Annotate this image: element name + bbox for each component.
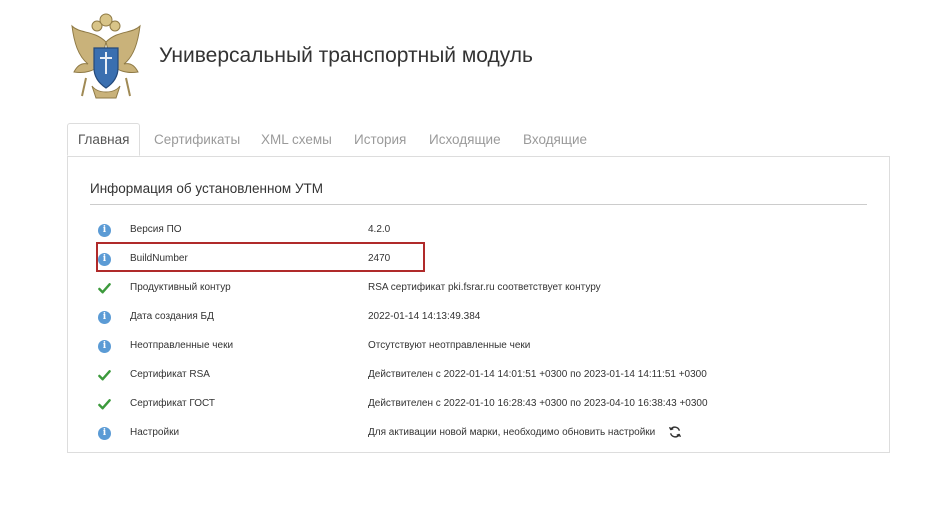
- main-panel: Информация об установленном УТМ i Версия…: [67, 156, 890, 453]
- row-value: Отсутствуют неотправленные чеки: [368, 340, 531, 351]
- row-label: Версия ПО: [130, 224, 182, 235]
- info-row-unsent-receipts: i Неотправленные чеки Отсутствуют неотпр…: [68, 336, 889, 358]
- row-value: Для активации новой марки, необходимо об…: [368, 427, 656, 438]
- check-icon: [98, 370, 111, 381]
- info-row-settings: i Настройки Для активации новой марки, н…: [68, 423, 889, 445]
- tab-outgoing[interactable]: Исходящие: [429, 123, 501, 156]
- main-tabs: Главная Сертификаты XML схемы История Ис…: [67, 123, 890, 157]
- info-icon: i: [98, 311, 111, 324]
- info-icon: i: [98, 253, 111, 266]
- row-label: Настройки: [130, 427, 180, 438]
- section-title: Информация об установленном УТМ: [90, 181, 324, 196]
- row-label: Дата создания БД: [130, 311, 214, 322]
- info-row-rsa-certificate: Сертификат RSA Действителен с 2022-01-14…: [68, 365, 889, 387]
- row-value: 2470: [368, 253, 391, 264]
- emblem-logo: [66, 12, 146, 102]
- tab-history[interactable]: История: [354, 123, 406, 156]
- section-divider: [90, 204, 867, 205]
- tab-xml-schemas[interactable]: XML схемы: [261, 123, 332, 156]
- tab-certificates[interactable]: Сертификаты: [154, 123, 240, 156]
- row-label: Сертификат ГОСТ: [130, 398, 216, 409]
- row-label: Продуктивный контур: [130, 282, 231, 293]
- row-label: BuildNumber: [130, 253, 188, 264]
- info-row-db-created: i Дата создания БД 2022-01-14 14:13:49.3…: [68, 307, 889, 329]
- info-icon: i: [98, 224, 111, 237]
- row-value: 2022-01-14 14:13:49.384: [368, 311, 481, 322]
- check-icon: [98, 283, 111, 294]
- info-icon: i: [98, 340, 111, 353]
- info-row-version: i Версия ПО 4.2.0: [68, 220, 889, 242]
- row-value: 4.2.0: [368, 224, 391, 235]
- info-row-production-contour: Продуктивный контур RSA сертификат pki.f…: [68, 278, 889, 300]
- row-label: Неотправленные чеки: [130, 340, 234, 351]
- info-row-buildnumber: i BuildNumber 2470: [68, 249, 889, 271]
- check-icon: [98, 399, 111, 410]
- info-icon: i: [98, 427, 111, 440]
- tab-incoming[interactable]: Входящие: [523, 123, 587, 156]
- row-value: RSA сертификат pki.fsrar.ru соответствуе…: [368, 282, 601, 293]
- tab-main[interactable]: Главная: [67, 123, 141, 156]
- row-value: Действителен с 2022-01-10 16:28:43 +0300…: [368, 398, 708, 409]
- app-title: Универсальный транспортный модуль: [159, 44, 533, 67]
- header: Универсальный транспортный модуль: [66, 12, 906, 102]
- row-label: Сертификат RSA: [130, 369, 210, 380]
- refresh-icon[interactable]: [668, 425, 682, 439]
- row-value: Действителен с 2022-01-14 14:01:51 +0300…: [368, 369, 707, 380]
- info-row-gost-certificate: Сертификат ГОСТ Действителен с 2022-01-1…: [68, 394, 889, 416]
